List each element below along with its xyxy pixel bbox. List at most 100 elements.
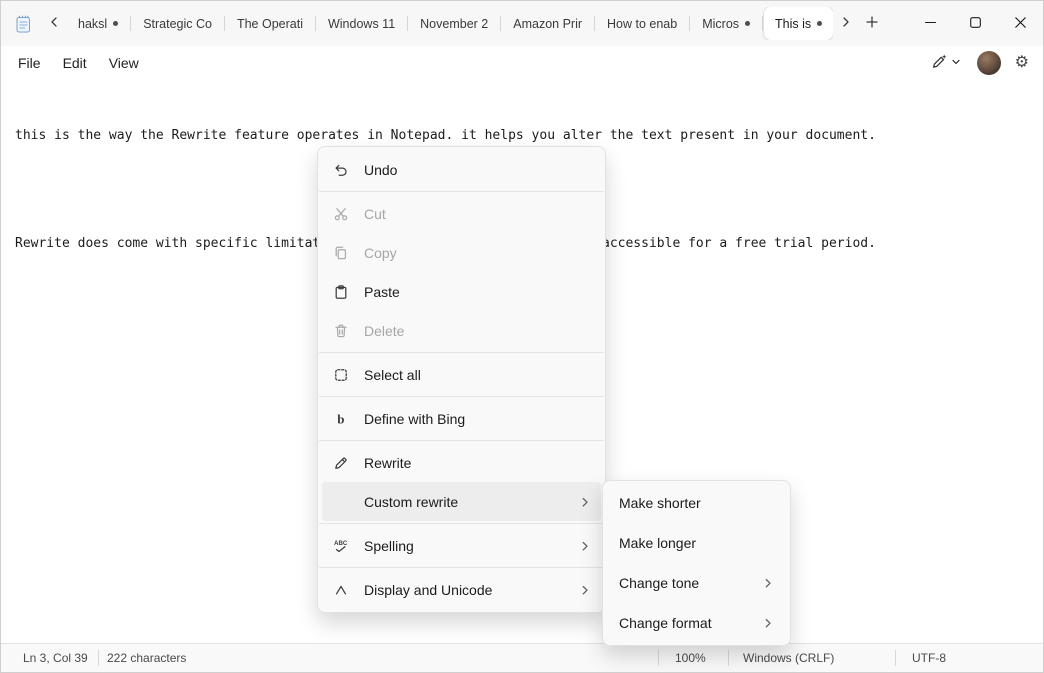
menu-item-label: Copy bbox=[364, 245, 397, 261]
chevron-right-icon bbox=[579, 540, 591, 552]
context-menu-item-copy[interactable]: Copy bbox=[322, 233, 601, 272]
tab-label: The Operati bbox=[237, 17, 303, 31]
menu-item-label: Display and Unicode bbox=[364, 582, 492, 598]
menu-item-label: Rewrite bbox=[364, 455, 411, 471]
new-tab-button[interactable] bbox=[859, 11, 885, 37]
context-menu-item-spelling[interactable]: ABC Spelling bbox=[322, 526, 601, 565]
paste-icon bbox=[332, 283, 350, 301]
context-menu-item-display-and-unicode[interactable]: Display and Unicode bbox=[322, 570, 601, 609]
svg-text:ABC: ABC bbox=[334, 540, 348, 547]
menu-item-label: Select all bbox=[364, 367, 421, 383]
account-avatar[interactable] bbox=[977, 51, 1001, 75]
tab-label: Amazon Prir bbox=[513, 17, 582, 31]
tab-label: This is bbox=[775, 17, 811, 31]
tab-label: Strategic Co bbox=[143, 17, 212, 31]
context-menu-item-custom-rewrite[interactable]: Custom rewrite bbox=[322, 482, 601, 521]
submenu-item-make-longer[interactable]: Make longer bbox=[607, 523, 786, 563]
zoom-level-text: 100% bbox=[675, 651, 706, 665]
status-bar: Ln 3, Col 39 222 characters 100% Windows… bbox=[1, 643, 1043, 672]
tab-micros[interactable]: Micros bbox=[691, 7, 761, 40]
rewrite-ai-button[interactable] bbox=[925, 49, 967, 77]
status-encoding: UTF-8 bbox=[896, 644, 1043, 672]
context-menu-item-define-with-bing[interactable]: b Define with Bing bbox=[322, 399, 601, 438]
line-ending-text: Windows (CRLF) bbox=[743, 651, 834, 665]
menu-separator bbox=[319, 440, 604, 441]
spelling-icon: ABC bbox=[332, 537, 350, 555]
context-menu-item-rewrite[interactable]: Rewrite bbox=[322, 443, 601, 482]
menubar-right-controls: ⚙ bbox=[925, 46, 1033, 79]
status-character-count: 222 characters bbox=[99, 644, 658, 672]
maximize-button[interactable] bbox=[953, 1, 998, 46]
bing-icon: b bbox=[332, 410, 350, 428]
submenu-item-label: Make shorter bbox=[619, 495, 701, 511]
menu-item-label: Spelling bbox=[364, 538, 414, 554]
tab-scroll-left-button[interactable] bbox=[41, 11, 67, 37]
menu-item-label: Cut bbox=[364, 206, 386, 222]
status-cursor-position: Ln 3, Col 39 bbox=[1, 644, 98, 672]
tab-separator bbox=[500, 16, 501, 31]
menu-item-label: Delete bbox=[364, 323, 404, 339]
window-controls bbox=[908, 1, 1043, 46]
tab-label: November 2 bbox=[420, 17, 488, 31]
submenu-item-make-shorter[interactable]: Make shorter bbox=[607, 483, 786, 523]
submenu-item-change-tone[interactable]: Change tone bbox=[607, 563, 786, 603]
close-button[interactable] bbox=[998, 1, 1043, 46]
tab-windows-11[interactable]: Windows 11 bbox=[317, 7, 406, 40]
tab-haksl[interactable]: haksl bbox=[67, 7, 129, 40]
tab-how-to-enab[interactable]: How to enab bbox=[596, 7, 688, 40]
delete-icon bbox=[332, 322, 350, 340]
submenu-item-label: Change tone bbox=[619, 575, 699, 591]
context-menu-item-cut[interactable]: Cut bbox=[322, 194, 601, 233]
context-menu-item-select-all[interactable]: Select all bbox=[322, 355, 601, 394]
maximize-icon bbox=[970, 16, 981, 31]
chevron-right-icon bbox=[762, 617, 774, 629]
menu-file[interactable]: File bbox=[7, 50, 52, 76]
tab-separator bbox=[130, 16, 131, 31]
context-menu-item-undo[interactable]: Undo bbox=[322, 150, 601, 189]
tab-separator bbox=[407, 16, 408, 31]
tab-label: Micros bbox=[702, 17, 739, 31]
tab-the-operati[interactable]: The Operati bbox=[226, 7, 314, 40]
tab-strip: haksl Strategic Co The Operati Windows 1… bbox=[67, 7, 833, 40]
menu-separator bbox=[319, 352, 604, 353]
cut-icon bbox=[332, 205, 350, 223]
plus-icon bbox=[866, 16, 878, 31]
unsaved-indicator-dot bbox=[745, 21, 750, 26]
tab-november[interactable]: November 2 bbox=[409, 7, 499, 40]
chevron-right-icon bbox=[579, 584, 591, 596]
menu-edit[interactable]: Edit bbox=[52, 50, 98, 76]
status-line-ending: Windows (CRLF) bbox=[729, 644, 895, 672]
submenu-item-label: Change format bbox=[619, 615, 712, 631]
minimize-button[interactable] bbox=[908, 1, 953, 46]
tab-label: How to enab bbox=[607, 17, 677, 31]
select-all-icon bbox=[332, 366, 350, 384]
tab-this-is-active[interactable]: This is bbox=[764, 7, 833, 40]
document-line: this is the way the Rewrite feature oper… bbox=[15, 127, 1029, 145]
custom-rewrite-submenu: Make shorter Make longer Change tone Cha… bbox=[602, 480, 791, 646]
chevron-down-icon bbox=[951, 55, 961, 70]
tab-strategic[interactable]: Strategic Co bbox=[132, 7, 223, 40]
unsaved-indicator-dot bbox=[817, 21, 822, 26]
notepad-window: haksl Strategic Co The Operati Windows 1… bbox=[0, 0, 1044, 673]
tab-separator bbox=[315, 16, 316, 31]
menu-view[interactable]: View bbox=[98, 50, 150, 76]
tab-scroll-right-button[interactable] bbox=[833, 11, 859, 37]
settings-button[interactable]: ⚙ bbox=[1011, 53, 1033, 73]
chevron-left-icon bbox=[49, 16, 59, 31]
context-menu: Undo Cut Copy Paste Delete bbox=[317, 146, 606, 613]
menu-separator bbox=[319, 191, 604, 192]
tab-bar: haksl Strategic Co The Operati Windows 1… bbox=[1, 1, 1043, 46]
submenu-item-change-format[interactable]: Change format bbox=[607, 603, 786, 643]
menu-separator bbox=[319, 396, 604, 397]
tab-amazon[interactable]: Amazon Prir bbox=[502, 7, 593, 40]
context-menu-item-delete[interactable]: Delete bbox=[322, 311, 601, 350]
context-menu-item-paste[interactable]: Paste bbox=[322, 272, 601, 311]
menu-bar: File Edit View ⚙ bbox=[1, 46, 1043, 79]
unsaved-indicator-dot bbox=[113, 21, 118, 26]
cursor-position-text: Ln 3, Col 39 bbox=[23, 651, 88, 665]
submenu-item-label: Make longer bbox=[619, 535, 696, 551]
rewrite-icon bbox=[332, 454, 350, 472]
copy-icon bbox=[332, 244, 350, 262]
close-icon bbox=[1015, 16, 1026, 31]
tab-separator bbox=[762, 16, 763, 31]
